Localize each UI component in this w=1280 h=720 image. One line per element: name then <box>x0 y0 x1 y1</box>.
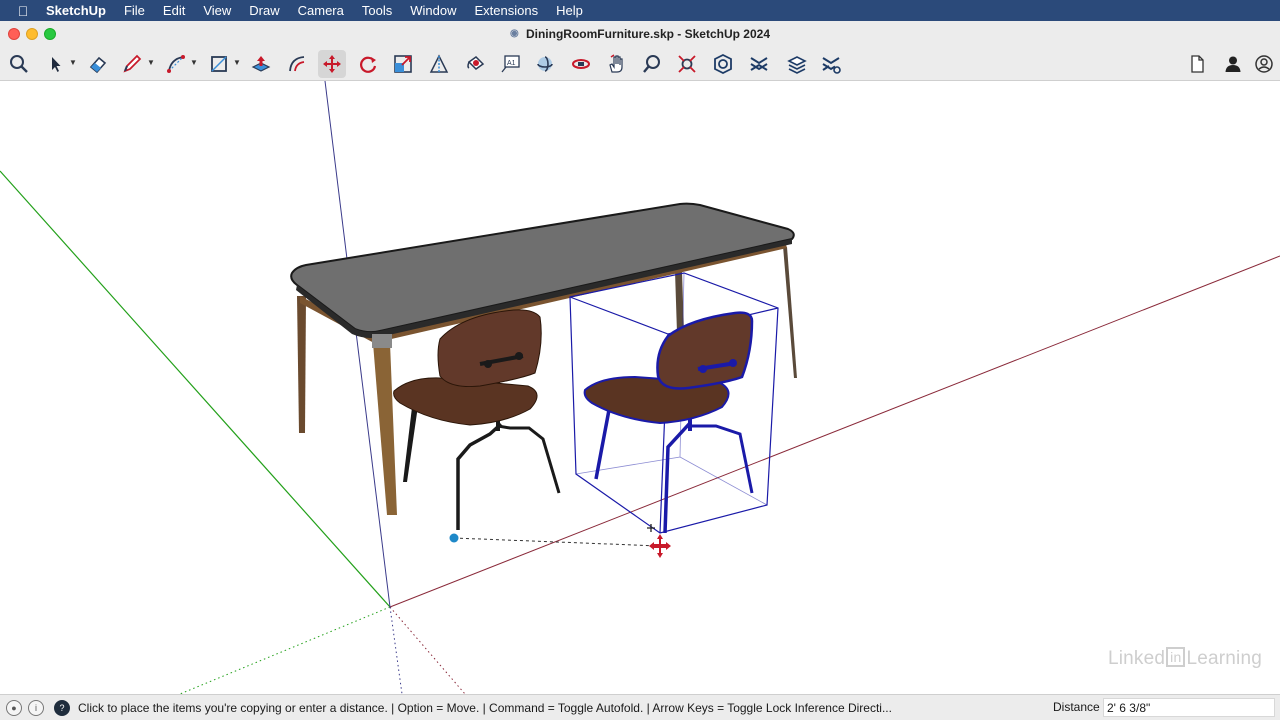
document-icon[interactable] <box>1183 50 1211 78</box>
move-start-point <box>449 533 459 543</box>
hand-tool-icon[interactable] <box>602 50 630 78</box>
chair-copy <box>569 272 779 534</box>
linkedin-learning-watermark: Linked in Learning <box>1107 647 1262 669</box>
instructor-icon[interactable]: ? <box>54 699 70 716</box>
select-tool-icon[interactable] <box>41 50 69 78</box>
menu-camera[interactable]: Camera <box>289 0 353 21</box>
toolbar: ▼ ▼ ▼ ▼ A1 <box>0 47 1280 81</box>
paint-bucket-tool-icon[interactable] <box>461 50 489 78</box>
user-account-icon[interactable] <box>1219 50 1247 78</box>
3d-warehouse-icon[interactable] <box>709 50 737 78</box>
measurements-box[interactable] <box>1103 698 1275 717</box>
red-axis-negative <box>389 606 466 694</box>
window-title: DiningRoomFurniture.skp - SketchUp 2024 <box>525 27 771 41</box>
chevron-down-icon[interactable]: ▼ <box>233 59 241 67</box>
green-axis-negative <box>179 606 391 694</box>
protractor-tool-icon[interactable] <box>425 50 453 78</box>
zoom-extents-tool-icon[interactable] <box>673 50 701 78</box>
search-icon[interactable] <box>5 50 33 78</box>
layout-send-icon[interactable] <box>783 50 811 78</box>
move-inference-line <box>453 537 661 547</box>
rectangle-tool-icon[interactable] <box>205 50 233 78</box>
move-cursor-icon <box>647 524 671 558</box>
model-viewport[interactable]: Linked in Learning <box>0 81 1280 694</box>
chevron-down-icon[interactable]: ▼ <box>147 59 155 67</box>
chevron-down-icon[interactable]: ▼ <box>190 59 198 67</box>
status-message: Click to place the items you're copying … <box>78 700 892 715</box>
offset-tool-icon[interactable] <box>283 50 311 78</box>
pan-tool-icon[interactable] <box>567 50 595 78</box>
menu-tools[interactable]: Tools <box>353 0 401 21</box>
text-tool-icon[interactable]: A1 <box>496 50 524 78</box>
menu-window[interactable]: Window <box>401 0 465 21</box>
menu-file[interactable]: File <box>115 0 154 21</box>
measurements-label: Distance <box>1053 700 1100 714</box>
window-maximize-button[interactable] <box>44 28 56 40</box>
credits-icon[interactable]: i <box>28 699 44 716</box>
status-bar: ● i ? Click to place the items you're co… <box>0 694 1280 720</box>
svg-text:A1: A1 <box>507 60 516 67</box>
menu-draw[interactable]: Draw <box>240 0 288 21</box>
zoom-tool-icon[interactable] <box>638 50 666 78</box>
blue-axis-negative <box>389 606 403 694</box>
rotate-tool-icon[interactable] <box>354 50 382 78</box>
window-title-bar: ◉ DiningRoomFurniture.skp - SketchUp 202… <box>0 21 1280 47</box>
document-proxy-icon: ◉ <box>509 28 519 39</box>
push-pull-tool-icon[interactable] <box>247 50 275 78</box>
chevron-down-icon[interactable]: ▼ <box>69 59 77 67</box>
menu-edit[interactable]: Edit <box>154 0 194 21</box>
extension-warehouse-icon[interactable] <box>745 50 773 78</box>
window-minimize-button[interactable] <box>26 28 38 40</box>
menu-extensions[interactable]: Extensions <box>465 0 547 21</box>
menu-bar:  SketchUp File Edit View Draw Camera To… <box>0 0 1280 21</box>
red-axis <box>389 255 1280 608</box>
scale-tool-icon[interactable] <box>389 50 417 78</box>
orbit-tool-icon[interactable] <box>531 50 559 78</box>
geo-location-icon[interactable]: ● <box>6 699 22 716</box>
window-close-button[interactable] <box>8 28 20 40</box>
menu-app-name[interactable]: SketchUp <box>46 0 115 21</box>
menu-view[interactable]: View <box>194 0 240 21</box>
profile-icon[interactable] <box>1250 50 1278 78</box>
chair <box>393 309 561 530</box>
eraser-tool-icon[interactable] <box>84 50 112 78</box>
apple-menu-icon[interactable]:  <box>0 3 46 19</box>
green-axis <box>0 170 391 608</box>
menu-help[interactable]: Help <box>547 0 592 21</box>
viewport-canvas[interactable] <box>0 81 1280 694</box>
extension-manager-icon[interactable] <box>817 50 845 78</box>
pencil-line-tool-icon[interactable] <box>118 50 146 78</box>
arc-tool-icon[interactable] <box>162 50 190 78</box>
move-tool-icon[interactable] <box>318 50 346 78</box>
